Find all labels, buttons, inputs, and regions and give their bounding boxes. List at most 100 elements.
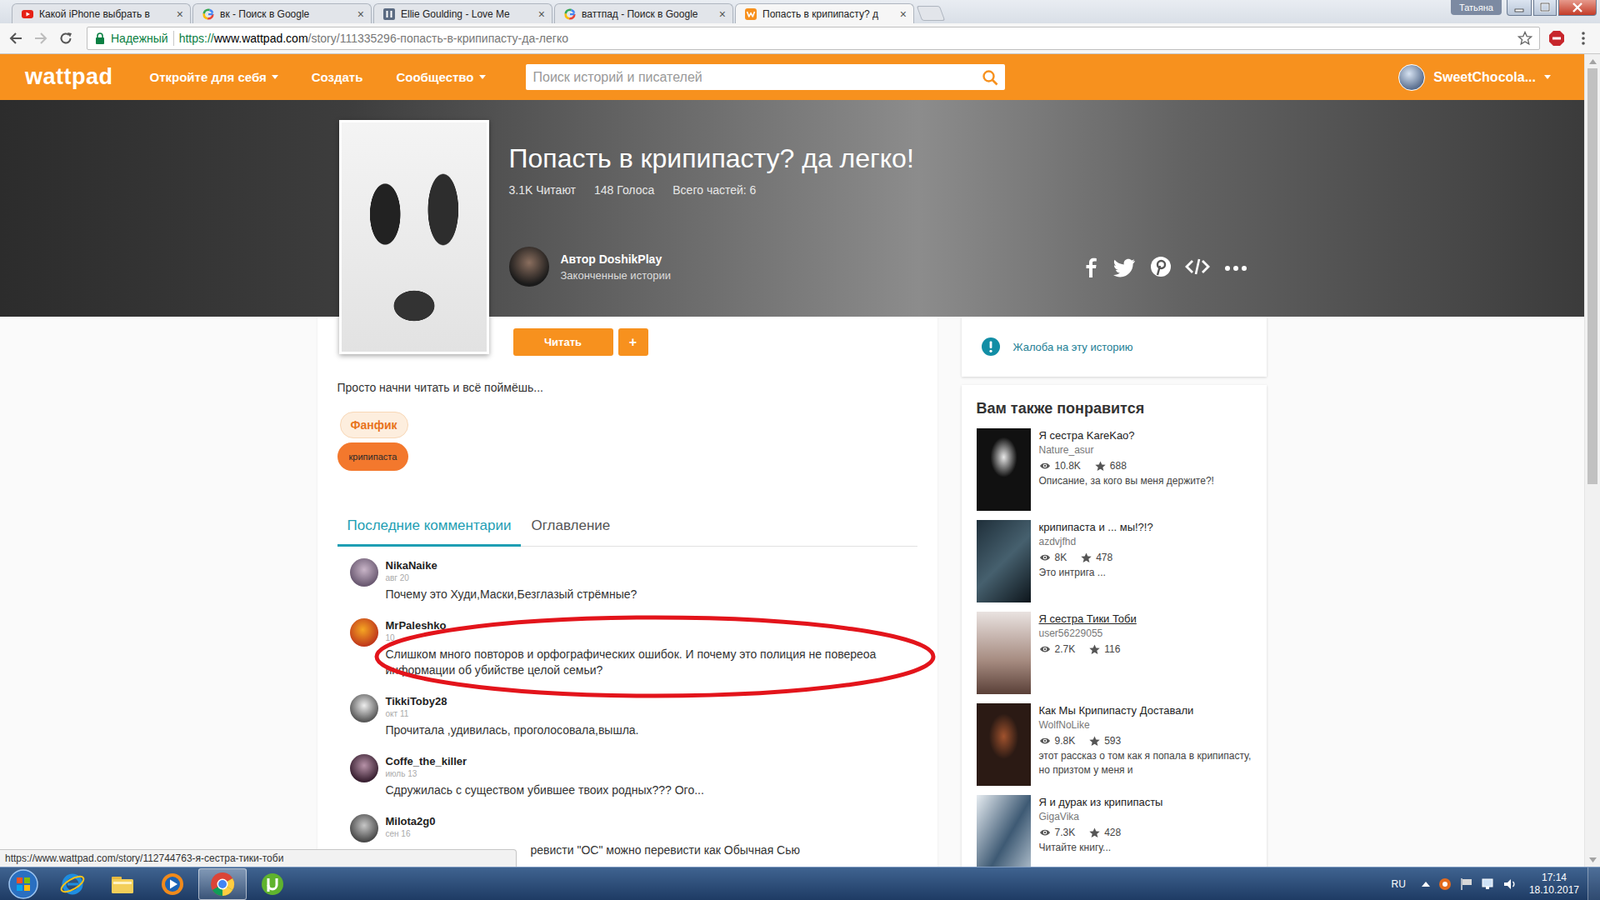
story-thumbnail[interactable] bbox=[976, 611, 1031, 695]
story-link[interactable]: Я сестра KareKao? bbox=[1039, 428, 1255, 444]
clock[interactable]: 17:1418.10.2017 bbox=[1529, 871, 1580, 897]
commenter-avatar[interactable] bbox=[350, 618, 379, 647]
comment-date: окт 11 bbox=[385, 708, 918, 720]
pinterest-icon[interactable] bbox=[1150, 255, 1172, 278]
forward-button[interactable] bbox=[30, 26, 52, 50]
tab-close-button[interactable]: × bbox=[719, 8, 726, 20]
taskbar-app[interactable] bbox=[248, 868, 297, 900]
story-tag[interactable]: крипипаста bbox=[337, 442, 410, 471]
reload-button[interactable] bbox=[55, 26, 77, 50]
recommended-story[interactable]: крипипаста и ... мы!?!?azdvjfhd8K478Это … bbox=[976, 520, 1255, 603]
comment-text: Прочитала ,удивилась, проголосовала,вышл… bbox=[385, 722, 918, 739]
commenter-avatar[interactable] bbox=[350, 694, 379, 723]
adblock-extension-button[interactable] bbox=[1546, 26, 1567, 50]
search-icon[interactable] bbox=[981, 69, 999, 86]
new-tab-button[interactable] bbox=[916, 5, 946, 21]
eye-icon bbox=[1039, 552, 1051, 563]
tab-close-button[interactable]: × bbox=[900, 8, 907, 20]
volume-icon[interactable] bbox=[1502, 876, 1518, 892]
taskbar-app[interactable] bbox=[198, 868, 247, 900]
browser-tab[interactable]: Ellie Goulding - Love Me× bbox=[373, 3, 553, 24]
caret-icon bbox=[1544, 75, 1551, 80]
tray-expand-icon[interactable] bbox=[1420, 879, 1431, 890]
language-indicator[interactable]: RU bbox=[1391, 878, 1406, 890]
scroll-down-button[interactable] bbox=[1585, 852, 1600, 867]
address-bar[interactable]: Надежныйhttps://www.wattpad.com/story/11… bbox=[86, 26, 1540, 50]
facebook-icon[interactable] bbox=[1081, 255, 1100, 278]
story-cover[interactable] bbox=[339, 120, 490, 355]
recommended-story[interactable]: Я сестра KareKao?Nature_asur10.8K688Опис… bbox=[976, 428, 1255, 511]
comment-author[interactable]: TikkiToby28 bbox=[385, 694, 918, 709]
author-avatar bbox=[509, 246, 550, 287]
bookmark-star-icon[interactable] bbox=[1517, 30, 1533, 46]
nav-item[interactable]: Создать bbox=[311, 70, 364, 85]
story-link[interactable]: Я и дурак из крипипасты bbox=[1039, 795, 1255, 810]
story-link[interactable]: крипипаста и ... мы!?!? bbox=[1039, 520, 1255, 535]
scroll-up-button[interactable] bbox=[1585, 54, 1600, 69]
comment-author[interactable]: MrPaleshko bbox=[385, 618, 918, 633]
recommended-story[interactable]: Я сестра Тики Тобиuser562290552.7K116 bbox=[976, 611, 1255, 695]
scrollbar[interactable] bbox=[1584, 54, 1600, 867]
flag-icon[interactable] bbox=[1459, 876, 1475, 892]
nav-item[interactable]: Откройте для себя bbox=[150, 70, 279, 85]
logo[interactable]: wattpad bbox=[25, 64, 114, 90]
story-thumbnail[interactable] bbox=[976, 520, 1031, 603]
recommended-story[interactable]: Я и дурак из крипипастыGigaVika7.3K428Чи… bbox=[976, 795, 1255, 867]
commenter-avatar[interactable] bbox=[350, 754, 379, 783]
browser-tab[interactable]: Какой iPhone выбрать в× bbox=[11, 3, 191, 24]
minimize-icon bbox=[1507, 0, 1531, 15]
taskbar-app[interactable] bbox=[48, 868, 97, 900]
tray-app-icon[interactable] bbox=[1437, 876, 1453, 892]
close-button[interactable] bbox=[1558, 0, 1597, 16]
comment-date: июль 13 bbox=[385, 768, 918, 780]
system-tray bbox=[1420, 876, 1518, 892]
story-stats: 9.8K593 bbox=[1039, 732, 1255, 750]
minimize-button[interactable] bbox=[1506, 0, 1532, 16]
content-tab[interactable]: Оглавление bbox=[520, 509, 620, 547]
comment-author[interactable]: NikaNaike bbox=[385, 558, 918, 573]
nav-item[interactable]: Сообщество bbox=[395, 70, 485, 85]
browser-tab[interactable]: вк - Поиск в Google× bbox=[192, 3, 372, 24]
taskbar-app[interactable] bbox=[98, 868, 147, 900]
report-link[interactable]: Жалоба на эту историю bbox=[961, 316, 1267, 377]
taskbar-app[interactable] bbox=[148, 868, 197, 900]
profile-button[interactable]: Татьяна bbox=[1450, 0, 1502, 15]
story-stats: 2.7K116 bbox=[1039, 640, 1255, 658]
google-icon bbox=[201, 7, 215, 21]
more-icon[interactable] bbox=[1223, 255, 1249, 278]
embed-icon[interactable] bbox=[1185, 255, 1210, 278]
tab-close-button[interactable]: × bbox=[176, 8, 184, 20]
recommended-story[interactable]: Как Мы Крипипасту ДоставалиWolfNoLike9.8… bbox=[976, 703, 1255, 786]
tab-close-button[interactable]: × bbox=[357, 8, 365, 20]
browser-tab[interactable]: ваттпад - Поиск в Google× bbox=[554, 3, 734, 24]
show-desktop-button[interactable] bbox=[1587, 867, 1600, 900]
menu-button[interactable] bbox=[1573, 26, 1594, 50]
maximize-button[interactable] bbox=[1533, 0, 1557, 16]
comment-author[interactable]: Milota2g0 bbox=[385, 814, 918, 829]
url-text: https://www.wattpad.com/story/111335296-… bbox=[179, 31, 1513, 45]
browser-tab[interactable]: Попасть в крипипасту? д× bbox=[735, 3, 915, 24]
add-to-list-button[interactable]: + bbox=[618, 328, 649, 356]
network-icon[interactable] bbox=[1480, 876, 1496, 892]
story-link[interactable]: Я сестра Тики Тоби bbox=[1039, 611, 1255, 627]
scroll-thumb[interactable] bbox=[1587, 68, 1598, 485]
twitter-icon[interactable] bbox=[1113, 255, 1137, 278]
story-link[interactable]: Как Мы Крипипасту Доставали bbox=[1039, 703, 1255, 719]
story-thumbnail[interactable] bbox=[976, 795, 1031, 867]
tab-close-button[interactable]: × bbox=[538, 8, 545, 20]
story-tag[interactable]: Фанфик bbox=[340, 411, 409, 439]
search-field[interactable]: Поиск историй и писателей bbox=[525, 64, 1005, 90]
story-thumbnail[interactable] bbox=[976, 428, 1031, 511]
content-tab[interactable]: Последние комментарии bbox=[337, 509, 522, 547]
commenter-avatar[interactable] bbox=[350, 558, 379, 587]
start-button[interactable] bbox=[0, 867, 47, 900]
back-button[interactable] bbox=[5, 26, 27, 50]
read-button[interactable]: Читать bbox=[513, 328, 614, 356]
author[interactable]: Автор DoshikPlayЗаконченные истории bbox=[509, 246, 671, 287]
more-vertical-icon bbox=[1579, 30, 1588, 47]
comment-author[interactable]: Coffe_the_killer bbox=[385, 754, 918, 769]
user-menu[interactable]: SweetChocola... bbox=[1398, 64, 1551, 91]
commenter-avatar[interactable] bbox=[350, 814, 379, 843]
story-description: Читайте книгу... bbox=[1039, 840, 1255, 855]
story-thumbnail[interactable] bbox=[976, 703, 1031, 786]
